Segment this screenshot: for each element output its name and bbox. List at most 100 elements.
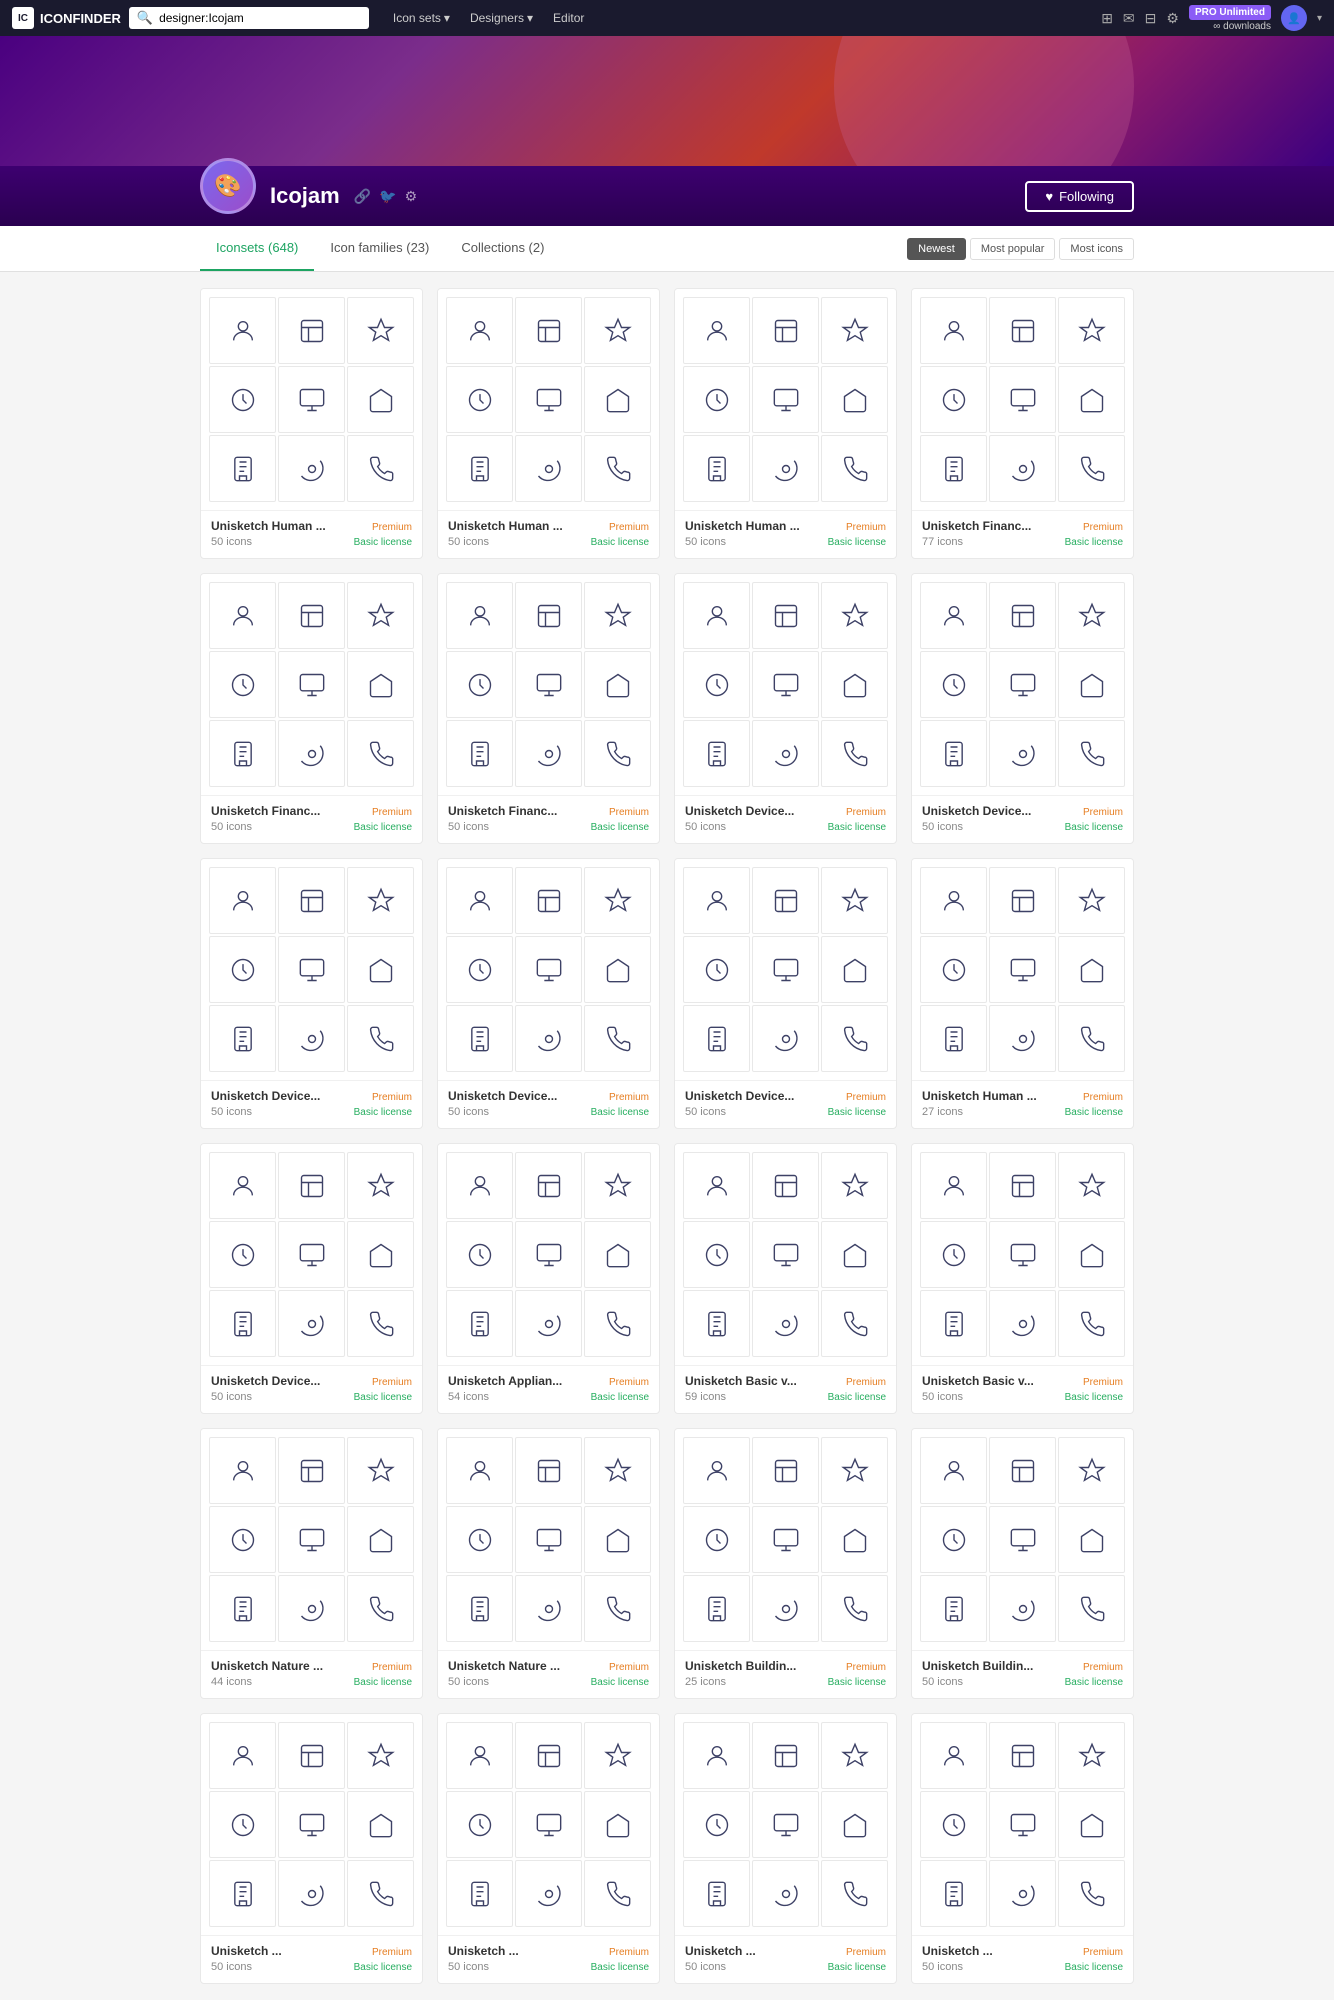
license-tag: Basic license	[1065, 1962, 1123, 1973]
pro-badge: PRO Unlimited	[1189, 5, 1271, 20]
icon-card[interactable]: Unisketch Device...Premium50 iconsBasic …	[437, 858, 660, 1129]
avatar-chevron[interactable]: ▾	[1317, 13, 1322, 24]
icon-preview-cell	[515, 435, 582, 502]
icon-preview-cell	[1058, 435, 1125, 502]
icon-card[interactable]: Unisketch Human ...Premium50 iconsBasic …	[200, 288, 423, 559]
icon-title-row: Unisketch ...Premium	[211, 1944, 412, 1958]
icon-title: Unisketch Device...	[685, 804, 794, 818]
mail-icon[interactable]: ✉	[1123, 10, 1135, 27]
tab-iconsets[interactable]: Iconsets (648)	[200, 226, 314, 271]
icon-preview-cell	[683, 867, 750, 934]
search-icon: 🔍	[137, 10, 153, 26]
icon-preview-cell	[347, 936, 414, 1003]
twitter-icon[interactable]: 🐦	[379, 188, 396, 205]
icon-preview-cell	[515, 1860, 582, 1927]
nav-icon-sets[interactable]: Icon sets ▾	[385, 7, 458, 29]
app-logo[interactable]: IC ICONFINDER	[12, 7, 121, 29]
gear-icon[interactable]: ⚙	[405, 188, 418, 205]
license-tag: Basic license	[828, 537, 886, 548]
icon-preview-cell	[821, 1290, 888, 1357]
profile-banner	[0, 36, 1334, 166]
icon-preview-cell	[683, 651, 750, 718]
icon-card[interactable]: Unisketch Nature ...Premium44 iconsBasic…	[200, 1428, 423, 1699]
icon-preview	[912, 1429, 1133, 1650]
icon-card[interactable]: Unisketch Human ...Premium50 iconsBasic …	[674, 288, 897, 559]
sort-most-popular-button[interactable]: Most popular	[970, 238, 1056, 260]
icon-preview-cell	[920, 1290, 987, 1357]
website-icon[interactable]: 🔗	[354, 188, 371, 205]
icon-card[interactable]: Unisketch Financ...Premium50 iconsBasic …	[437, 573, 660, 844]
icon-card[interactable]: Unisketch Basic v...Premium 59 iconsBasic…	[674, 1143, 897, 1414]
icon-title-row: Unisketch Basic v...Premium	[685, 1374, 886, 1388]
icon-card[interactable]: Unisketch Device...Premium50 iconsBasic …	[911, 573, 1134, 844]
main-content: Unisketch Human ...Premium 50 icons Basic …	[0, 272, 1334, 2000]
icon-card[interactable]: Unisketch Device...Premium50 iconsBasic …	[674, 858, 897, 1129]
sort-newest-button[interactable]: Newest	[907, 238, 966, 260]
icon-card[interactable]: Unisketch ...Premium50 iconsBasic licens…	[437, 1713, 660, 1984]
icon-card[interactable]: Unisketch Basic v...Premium50 iconsBasic…	[911, 1143, 1134, 1414]
icon-preview-cell	[920, 1437, 987, 1504]
icon-count: 50 icons	[211, 536, 252, 548]
tab-collections[interactable]: Collections (2)	[445, 226, 560, 271]
icon-card[interactable]: Unisketch Device...Premium50 iconsBasic …	[200, 858, 423, 1129]
following-button[interactable]: ♥ Following	[1025, 181, 1134, 212]
icon-preview-cell	[989, 1791, 1056, 1858]
icon-preview-cell	[446, 1722, 513, 1789]
icon-preview-cell	[515, 366, 582, 433]
icon-card[interactable]: Unisketch Buildin...Premium25 iconsBasic…	[674, 1428, 897, 1699]
icon-card[interactable]: Unisketch ...Premium50 iconsBasic licens…	[674, 1713, 897, 1984]
icon-preview	[675, 1144, 896, 1365]
icon-preview-cell	[1058, 1791, 1125, 1858]
grid-icon[interactable]: ⊞	[1101, 10, 1113, 27]
nav-editor[interactable]: Editor	[545, 7, 592, 29]
sort-most-icons-button[interactable]: Most icons	[1059, 238, 1134, 260]
icon-preview	[912, 289, 1133, 510]
bookmark-icon[interactable]: ⊟	[1145, 10, 1157, 27]
icon-card[interactable]: Unisketch Financ...Premium50 iconsBasic …	[200, 573, 423, 844]
profile-section: 🎨 Icojam 🔗 🐦 ⚙ ♥ Following	[0, 166, 1334, 226]
icon-card[interactable]: Unisketch Buildin...Premium50 iconsBasic…	[911, 1428, 1134, 1699]
icon-preview-cell	[821, 435, 888, 502]
license-tag: Basic license	[354, 1392, 412, 1403]
icon-preview-cell	[347, 720, 414, 787]
icon-preview-cell	[347, 297, 414, 364]
icon-card[interactable]: Unisketch Applian...Premium54 iconsBasic…	[437, 1143, 660, 1414]
icon-card[interactable]: Unisketch Device...Premium50 iconsBasic …	[674, 573, 897, 844]
avatar[interactable]: 👤	[1281, 5, 1307, 31]
icon-card[interactable]: Unisketch Financ...Premium77 iconsBasic …	[911, 288, 1134, 559]
icon-preview-cell	[446, 1290, 513, 1357]
license-tag: Basic license	[354, 1677, 412, 1688]
icon-preview-cell	[446, 867, 513, 934]
icon-card[interactable]: Unisketch Device...Premium50 iconsBasic …	[200, 1143, 423, 1414]
icon-meta-row: 59 iconsBasic license	[685, 1391, 886, 1403]
icon-title: Unisketch Buildin...	[685, 1659, 796, 1673]
icon-preview-cell	[584, 582, 651, 649]
tab-icon-families[interactable]: Icon families (23)	[314, 226, 445, 271]
icon-count: 50 icons	[448, 1676, 489, 1688]
icon-title-row: Unisketch Human ...Premium	[685, 519, 886, 533]
icon-card[interactable]: Unisketch ...Premium50 iconsBasic licens…	[911, 1713, 1134, 1984]
icon-title-row: Unisketch Human ...Premium	[448, 519, 649, 533]
license-tag: Basic license	[354, 822, 412, 833]
nav-designers[interactable]: Designers ▾	[462, 7, 541, 29]
search-bar[interactable]: 🔍	[129, 7, 369, 29]
icon-card[interactable]: Unisketch Nature ...Premium50 iconsBasic…	[437, 1428, 660, 1699]
settings-icon[interactable]: ⚙	[1166, 10, 1179, 27]
search-input[interactable]	[159, 11, 361, 25]
premium-badge: Premium	[846, 1662, 886, 1673]
icon-preview-cell	[683, 435, 750, 502]
icon-preview-cell	[821, 1506, 888, 1573]
icon-count: 50 icons	[922, 821, 963, 833]
icon-info: Unisketch Device...Premium50 iconsBasic …	[675, 795, 896, 843]
icon-preview-cell	[683, 1791, 750, 1858]
icon-card[interactable]: Unisketch Human ...Premium27 iconsBasic …	[911, 858, 1134, 1129]
icon-preview-cell	[752, 366, 819, 433]
icon-preview-cell	[1058, 1290, 1125, 1357]
icon-card[interactable]: Unisketch ...Premium50 iconsBasic licens…	[200, 1713, 423, 1984]
icon-card[interactable]: Unisketch Human ...Premium50 iconsBasic …	[437, 288, 660, 559]
icon-preview-cell	[752, 1722, 819, 1789]
premium-badge: Premium	[846, 1092, 886, 1103]
chevron-down-icon: ▾	[444, 11, 450, 25]
icon-preview-cell	[683, 1860, 750, 1927]
icon-title-row: Unisketch Device...Premium	[922, 804, 1123, 818]
